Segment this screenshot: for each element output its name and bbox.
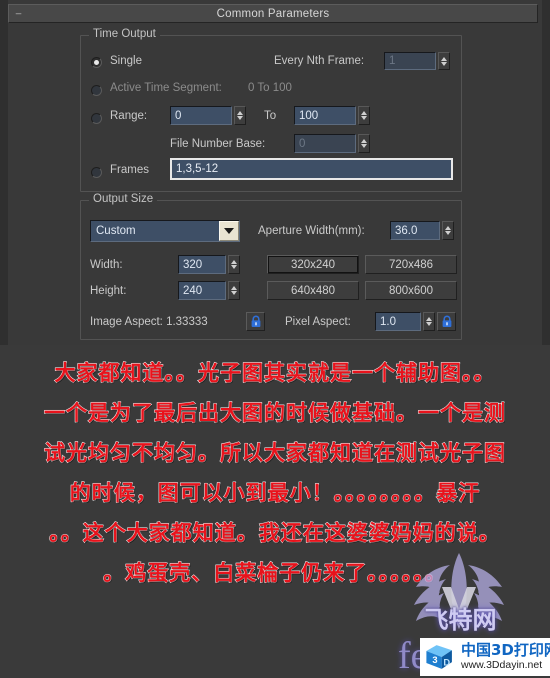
spinner-down-icon[interactable] xyxy=(426,322,432,326)
range-to-value: 100 xyxy=(299,109,319,122)
file-number-base-field[interactable]: 0 xyxy=(294,134,356,153)
height-spinner[interactable] xyxy=(228,281,240,300)
preset-button-720x486[interactable]: 720x486 xyxy=(365,255,457,274)
pixel-aspect-lock-button[interactable] xyxy=(437,312,456,331)
spinner-down-icon[interactable] xyxy=(441,61,447,66)
badge-url: www.3Ddayin.net xyxy=(461,659,543,672)
panel-left-edge xyxy=(0,0,8,345)
caption-line: 大家都知道。。光子图其实就是一个辅助图。。 xyxy=(54,361,496,386)
label-height: Height: xyxy=(90,285,127,297)
frames-input[interactable]: 1,3,5-12 xyxy=(170,158,453,180)
width-value: 320 xyxy=(183,258,203,271)
radio-range[interactable] xyxy=(91,113,102,124)
label-single: Single xyxy=(110,55,142,67)
spinner-down-icon[interactable] xyxy=(231,265,237,269)
every-nth-frame-field[interactable]: 1 xyxy=(384,52,436,70)
watermark-badge[interactable]: 3 D 中国3D打印网 www.3Ddayin.net xyxy=(420,638,550,676)
rollout-header-common-parameters[interactable]: – Common Parameters xyxy=(8,4,538,23)
badge-title: 中国3D打印网 xyxy=(461,640,550,659)
width-field[interactable]: 320 xyxy=(178,255,226,274)
watermark-site-name-cn: 飞特网 xyxy=(424,606,497,634)
spinner-up-icon[interactable] xyxy=(231,286,237,290)
frames-value: 1,3,5-12 xyxy=(176,163,219,175)
pixel-aspect-spinner[interactable] xyxy=(423,312,435,331)
time-output-group-label: Time Output xyxy=(89,28,160,40)
lock-icon xyxy=(442,315,451,327)
output-size-group-label: Output Size xyxy=(89,193,158,205)
spinner-up-icon[interactable] xyxy=(361,111,367,115)
caption-line: 。。这个大家都知道。我还在这婆婆妈妈的说。 xyxy=(49,521,501,546)
radio-active-time-segment[interactable] xyxy=(91,85,102,96)
file-number-base-spinner[interactable] xyxy=(358,134,370,153)
range-from-spinner[interactable] xyxy=(234,106,246,125)
label-aperture-width: Aperture Width(mm): xyxy=(258,225,365,237)
aperture-width-spinner[interactable] xyxy=(442,221,454,240)
caption-line: 。鸡蛋壳、白菜棆子仍来了。。。。。。 xyxy=(103,561,447,586)
label-every-nth-frame: Every Nth Frame: xyxy=(274,55,365,67)
every-nth-frame-spinner[interactable] xyxy=(438,52,450,70)
label-active-time-segment: Active Time Segment: xyxy=(110,82,222,94)
svg-text:3: 3 xyxy=(432,655,437,665)
panel-title: Common Parameters xyxy=(216,7,330,20)
preset-label: 640x480 xyxy=(290,284,336,297)
preset-label: 800x600 xyxy=(388,284,434,297)
height-field[interactable]: 240 xyxy=(178,281,226,300)
label-pixel-aspect: Pixel Aspect: xyxy=(285,316,351,328)
height-value: 240 xyxy=(183,284,203,297)
spinner-down-icon[interactable] xyxy=(237,116,243,120)
spinner-up-icon[interactable] xyxy=(426,317,432,321)
label-frames: Frames xyxy=(110,164,149,176)
spinner-down-icon[interactable] xyxy=(361,144,367,148)
range-from-value: 0 xyxy=(175,109,182,122)
width-spinner[interactable] xyxy=(228,255,240,274)
caption-line: 试光均匀不均匀。所以大家都知道在测试光子图 xyxy=(44,441,506,466)
caption-line: 的时候，图可以小到最小！。。。。。。。。暴汗 xyxy=(69,481,481,506)
value-active-time-segment: 0 To 100 xyxy=(248,82,292,94)
range-from-field[interactable]: 0 xyxy=(170,106,232,125)
label-image-aspect: Image Aspect: 1.33333 xyxy=(90,316,208,328)
spinner-down-icon[interactable] xyxy=(231,291,237,295)
preset-label: 720x486 xyxy=(388,258,434,271)
spinner-up-icon[interactable] xyxy=(361,139,367,143)
radio-frames[interactable] xyxy=(91,167,102,178)
collapse-toggle-icon[interactable]: – xyxy=(14,9,23,19)
preset-button-640x480[interactable]: 640x480 xyxy=(267,281,359,300)
spinner-up-icon[interactable] xyxy=(237,111,243,115)
svg-text:D: D xyxy=(443,658,450,668)
chevron-down-icon[interactable] xyxy=(219,221,239,241)
caption-line: 一个是为了最后出大图的时候做基础。一个是测 xyxy=(44,401,506,426)
3d-cube-logo-icon: 3 D xyxy=(426,645,452,669)
aperture-width-value: 36.0 xyxy=(395,224,418,237)
pixel-aspect-field[interactable]: 1.0 xyxy=(375,312,421,331)
render-setup-panel: – Common Parameters Time Output Single E… xyxy=(0,0,550,345)
label-file-number-base: File Number Base: xyxy=(170,138,266,150)
spinner-up-icon[interactable] xyxy=(231,260,237,264)
file-number-base-value: 0 xyxy=(299,137,306,150)
radio-single[interactable] xyxy=(91,57,102,68)
output-size-preset-select[interactable]: Custom xyxy=(90,220,240,242)
label-range: Range: xyxy=(110,110,148,122)
label-width: Width: xyxy=(90,259,123,271)
range-to-field[interactable]: 100 xyxy=(294,106,356,125)
preset-button-320x240[interactable]: 320x240 xyxy=(267,255,359,274)
aperture-width-field[interactable]: 36.0 xyxy=(390,221,440,240)
preset-label: 320x240 xyxy=(290,258,336,271)
lock-icon xyxy=(251,315,260,327)
image-aspect-lock-button[interactable] xyxy=(246,312,265,331)
every-nth-frame-value: 1 xyxy=(389,55,396,67)
label-range-to: To xyxy=(264,110,277,122)
spinner-down-icon[interactable] xyxy=(445,231,451,235)
preset-button-800x600[interactable]: 800x600 xyxy=(365,281,457,300)
spinner-up-icon[interactable] xyxy=(441,56,447,61)
panel-right-edge xyxy=(542,0,550,345)
spinner-down-icon[interactable] xyxy=(361,116,367,120)
spinner-up-icon[interactable] xyxy=(445,226,451,230)
output-size-preset-value: Custom xyxy=(96,225,136,237)
pixel-aspect-value: 1.0 xyxy=(380,315,396,328)
range-to-spinner[interactable] xyxy=(358,106,370,125)
